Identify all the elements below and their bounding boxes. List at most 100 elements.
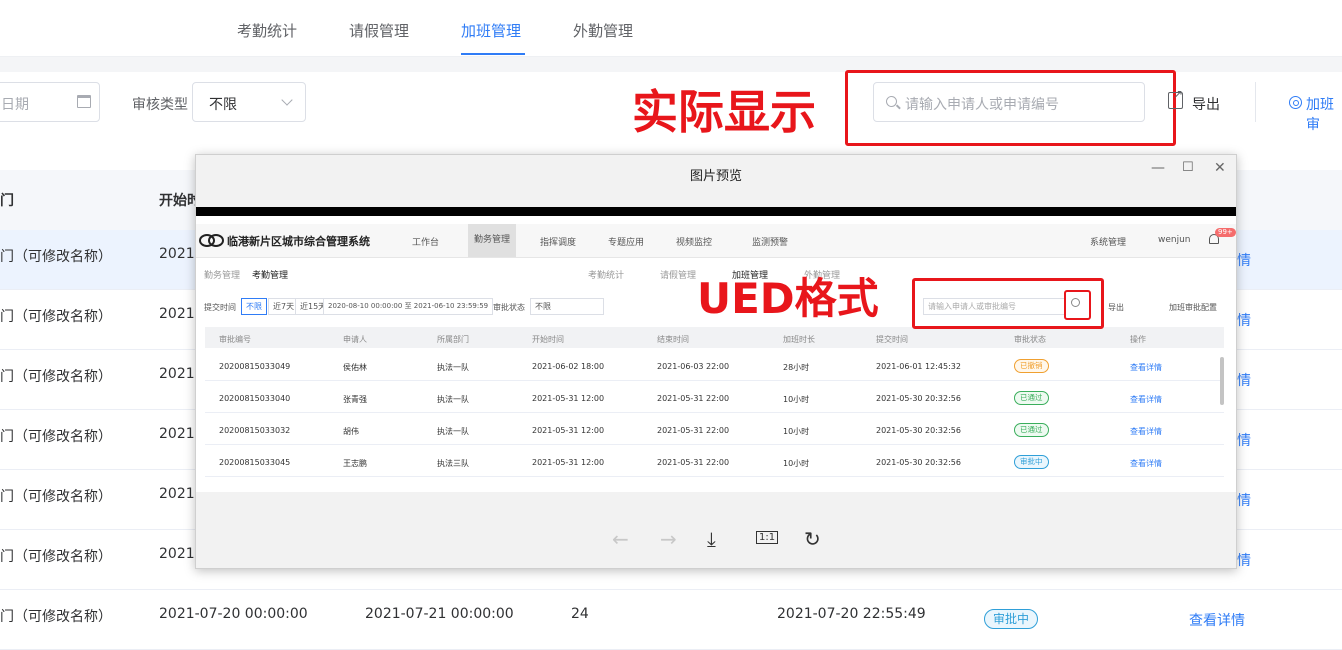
preview-cell: 胡伟 <box>343 427 359 436</box>
preview-cell: 10小时 <box>783 459 810 468</box>
actual-size-icon[interactable]: 1:1 <box>756 531 779 544</box>
start-cell: 2021- <box>159 366 200 382</box>
start-cell: 2021- <box>159 426 200 442</box>
preview-status-badge: 已撤销 <box>1014 359 1049 373</box>
preview-cell: 2021-05-31 22:00 <box>657 394 730 403</box>
download-icon[interactable]: ⤓ <box>707 527 716 551</box>
preview-cell: 执法三队 <box>437 459 469 468</box>
overtime-config-button[interactable]: 加班审 <box>1306 94 1342 134</box>
calendar-icon <box>77 95 91 108</box>
preview-view-link: 查看详情 <box>1130 459 1162 468</box>
preview-cell: 20200815033032 <box>219 426 291 435</box>
preview-cell: 20200815033045 <box>219 458 291 467</box>
preview-status-badge: 已通过 <box>1014 391 1049 405</box>
date-range-field: 2020-08-10 00:00:00 至 2021-06-10 23:59:5… <box>323 298 494 315</box>
view-details-link[interactable]: 查看详情 <box>1189 610 1245 630</box>
annotation-ued-format: UED格式 <box>697 274 879 323</box>
preview-app-navbar: 临港新片区城市综合管理系统 工作台 勤务管理 指挥调度 专题应用 视频监控 监测… <box>196 224 1236 258</box>
date-picker[interactable]: 日期 <box>0 82 100 122</box>
view-details-link[interactable]: 情 <box>1237 430 1251 450</box>
view-details-link[interactable]: 情 <box>1237 370 1251 390</box>
hours-cell: 24 <box>571 606 589 622</box>
close-icon[interactable]: ✕ <box>1214 160 1226 176</box>
tab-leave-management[interactable]: 请假管理 <box>349 20 409 41</box>
search-icon <box>1071 298 1080 307</box>
chevron-down-icon <box>281 94 293 106</box>
preview-column-header: 结束时间 <box>657 335 689 344</box>
preview-column-header: 所属部门 <box>437 335 469 344</box>
start-cell: 2021- <box>159 546 200 562</box>
status-filter-select: 不限 <box>530 298 604 315</box>
minimize-icon[interactable]: — <box>1151 160 1165 176</box>
top-tab-bar: 考勤统计 请假管理 加班管理 外勤管理 <box>0 0 1342 57</box>
dept-cell: 门（可修改名称） <box>0 309 112 325</box>
user-name: wenjun <box>1158 235 1191 245</box>
column-header-dept: 门 <box>0 193 14 209</box>
tab-attendance-stats[interactable]: 考勤统计 <box>237 20 297 41</box>
preview-status-badge: 已通过 <box>1014 423 1049 437</box>
preview-cell: 张青强 <box>343 395 367 404</box>
rotate-icon[interactable]: ↻ <box>804 527 821 551</box>
image-top-bar <box>196 207 1236 216</box>
preview-cell: 2021-05-30 20:32:56 <box>876 426 961 435</box>
audit-type-label: 审核类型 <box>132 97 188 113</box>
preview-cell: 28小时 <box>783 363 810 372</box>
start-cell: 2021- <box>159 246 200 262</box>
dept-cell: 门（可修改名称） <box>0 249 112 265</box>
range-button: 不限 <box>241 298 267 315</box>
view-details-link[interactable]: 情 <box>1237 550 1251 570</box>
preview-cell: 执法一队 <box>437 427 469 436</box>
preview-column-header: 开始时间 <box>532 335 564 344</box>
preview-export: 导出 <box>1108 303 1124 312</box>
preview-scrollbar <box>1220 357 1224 405</box>
preview-view-link: 查看详情 <box>1130 395 1162 404</box>
end-cell: 2021-07-21 00:00:00 <box>365 606 514 622</box>
preview-cell: 侯佑林 <box>343 363 367 372</box>
submit-time-label: 提交时间 <box>204 303 236 312</box>
view-details-link[interactable]: 情 <box>1237 490 1251 510</box>
preview-column-header: 审批编号 <box>219 335 251 344</box>
preview-column-header: 操作 <box>1130 335 1146 344</box>
preview-tab: 请假管理 <box>660 271 697 281</box>
preview-cell: 执法一队 <box>437 363 469 372</box>
audit-type-select[interactable]: 不限 <box>192 82 306 122</box>
preview-cell: 王志鹏 <box>343 459 367 468</box>
preview-cell: 2021-05-31 22:00 <box>657 426 730 435</box>
dept-cell: 门（可修改名称） <box>0 549 112 565</box>
preview-view-link: 查看详情 <box>1130 363 1162 372</box>
start-cell: 2021- <box>159 306 200 322</box>
start-cell: 2021-07-20 00:00:00 <box>159 606 308 622</box>
preview-cell: 10小时 <box>783 427 810 436</box>
toolbar-divider <box>1255 82 1256 122</box>
menu-special-apps: 专题应用 <box>608 238 645 248</box>
preview-tab: 考勤统计 <box>588 271 625 281</box>
preview-view-link: 查看详情 <box>1130 427 1162 436</box>
view-details-link[interactable]: 情 <box>1237 310 1251 330</box>
submit-time-cell: 2021-07-20 22:55:49 <box>777 606 926 622</box>
preview-cell: 20200815033040 <box>219 394 291 403</box>
preview-cell: 执法一队 <box>437 395 469 404</box>
dept-cell: 门（可修改名称） <box>0 609 112 625</box>
tab-overtime-management[interactable]: 加班管理 <box>461 20 521 41</box>
dialog-title: 图片预览 <box>689 169 742 184</box>
preview-column-header: 申请人 <box>343 335 367 344</box>
menu-video-monitor: 视频监控 <box>676 238 713 248</box>
dept-cell: 门（可修改名称） <box>0 369 112 385</box>
preview-cell: 2021-05-31 22:00 <box>657 458 730 467</box>
export-icon[interactable] <box>1168 87 1183 109</box>
breadcrumb-parent: 勤务管理 <box>204 271 241 281</box>
preview-cell: 2021-05-30 20:32:56 <box>876 458 961 467</box>
dept-cell: 门（可修改名称） <box>0 489 112 505</box>
maximize-icon[interactable]: ☐ <box>1182 160 1194 175</box>
annotation-actual-display: 实际显示 <box>632 85 816 139</box>
audit-type-value: 不限 <box>209 97 237 113</box>
tab-field-work-management[interactable]: 外勤管理 <box>573 20 633 41</box>
preview-image: 临港新片区城市综合管理系统 工作台 勤务管理 指挥调度 专题应用 视频监控 监测… <box>196 207 1236 492</box>
gear-icon[interactable] <box>1289 96 1302 109</box>
export-button[interactable]: 导出 <box>1192 94 1220 114</box>
prev-image-button[interactable]: ← <box>612 527 629 551</box>
preview-config: 加班审批配置 <box>1169 303 1217 312</box>
image-preview-dialog: 图片预览 — ☐ ✕ 临港新片区城市综合管理系统 工作台 勤务管理 指挥调度 专… <box>195 154 1237 569</box>
next-image-button[interactable]: → <box>660 527 677 551</box>
view-details-link[interactable]: 情 <box>1237 250 1251 270</box>
